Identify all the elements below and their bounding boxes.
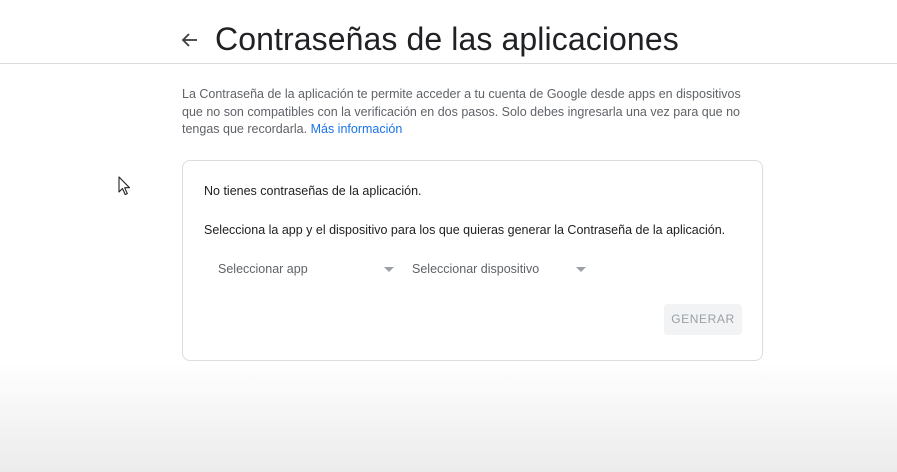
- dropdown-arrow-icon: [384, 267, 394, 272]
- page-title: Contraseñas de las aplicaciones: [215, 21, 679, 57]
- description-text: La Contraseña de la aplicación te permit…: [182, 87, 741, 136]
- empty-state-message: No tienes contraseñas de la aplicación.: [204, 184, 422, 198]
- select-app-dropdown[interactable]: Seleccionar app: [218, 257, 396, 281]
- select-device-dropdown[interactable]: Seleccionar dispositivo: [412, 257, 590, 281]
- bottom-fade: [0, 362, 897, 472]
- instructions-text: Selecciona la app y el dispositivo para …: [204, 223, 726, 237]
- generate-button[interactable]: GENERAR: [664, 304, 742, 335]
- app-passwords-card: No tienes contraseñas de la aplicación. …: [182, 160, 763, 361]
- dropdown-arrow-icon: [576, 267, 586, 272]
- learn-more-link[interactable]: Más información: [311, 122, 403, 136]
- page-header: Contraseñas de las aplicaciones: [0, 0, 897, 64]
- arrow-back-icon: [181, 33, 197, 47]
- select-device-label: Seleccionar dispositivo: [412, 262, 540, 276]
- description: La Contraseña de la aplicación te permit…: [182, 86, 762, 139]
- back-button[interactable]: [176, 26, 204, 54]
- select-app-label: Seleccionar app: [218, 262, 308, 276]
- mouse-pointer-icon: [118, 176, 131, 196]
